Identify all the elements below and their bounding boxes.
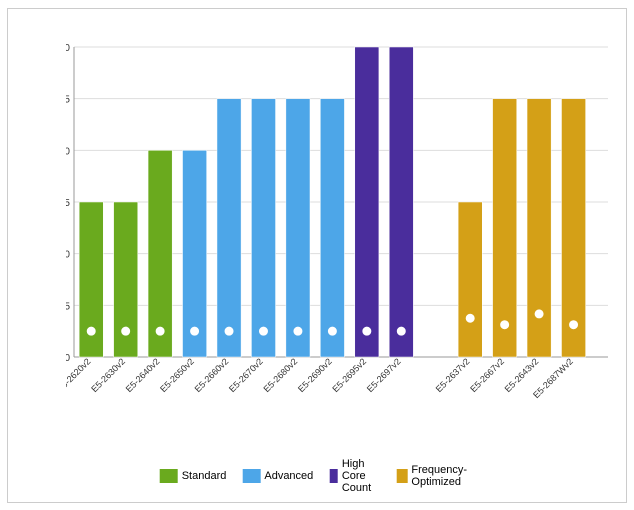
chart-legend: Standard Advanced High Core Count Frequency… bbox=[160, 458, 475, 494]
chart-container: 051015202530E5-2620v2E5-2630v2E5-2640v2E… bbox=[7, 8, 627, 503]
legend-color bbox=[160, 469, 178, 483]
svg-text:E5-2650v2: E5-2650v2 bbox=[158, 356, 196, 394]
svg-text:E5-2670v2: E5-2670v2 bbox=[227, 356, 265, 394]
y-axis-label bbox=[10, 44, 30, 412]
legend-color bbox=[329, 469, 338, 483]
svg-text:0: 0 bbox=[66, 353, 70, 364]
legend-label: Advanced bbox=[264, 470, 313, 482]
svg-text:E5-2667v2: E5-2667v2 bbox=[468, 356, 506, 394]
svg-text:25: 25 bbox=[66, 94, 70, 105]
legend-label: High Core Count bbox=[342, 458, 381, 494]
legend-item: Standard bbox=[160, 469, 227, 483]
legend-label: Frequency-Optimized bbox=[411, 464, 474, 488]
svg-text:5: 5 bbox=[66, 301, 70, 312]
legend-item: Frequency-Optimized bbox=[397, 464, 475, 488]
svg-text:E5-2630v2: E5-2630v2 bbox=[89, 356, 127, 394]
svg-text:E5-2640v2: E5-2640v2 bbox=[124, 356, 162, 394]
svg-text:15: 15 bbox=[66, 198, 70, 209]
svg-text:E5-2637v2: E5-2637v2 bbox=[434, 356, 472, 394]
svg-text:E5-2695v2: E5-2695v2 bbox=[330, 356, 368, 394]
svg-text:10: 10 bbox=[66, 249, 70, 260]
legend-item: High Core Count bbox=[329, 458, 380, 494]
legend-label: Standard bbox=[182, 470, 227, 482]
legend-item: Advanced bbox=[242, 469, 313, 483]
svg-text:20: 20 bbox=[66, 146, 70, 157]
legend-color bbox=[397, 469, 408, 483]
svg-text:E5-2690v2: E5-2690v2 bbox=[296, 356, 334, 394]
chart-svg: 051015202530E5-2620v2E5-2630v2E5-2640v2E… bbox=[66, 37, 616, 407]
chart-title bbox=[8, 9, 626, 21]
svg-text:30: 30 bbox=[66, 43, 70, 54]
svg-text:E5-2660v2: E5-2660v2 bbox=[193, 356, 231, 394]
svg-text:E5-2697v2: E5-2697v2 bbox=[365, 356, 403, 394]
legend-color bbox=[242, 469, 260, 483]
svg-text:E5-2680v2: E5-2680v2 bbox=[261, 356, 299, 394]
